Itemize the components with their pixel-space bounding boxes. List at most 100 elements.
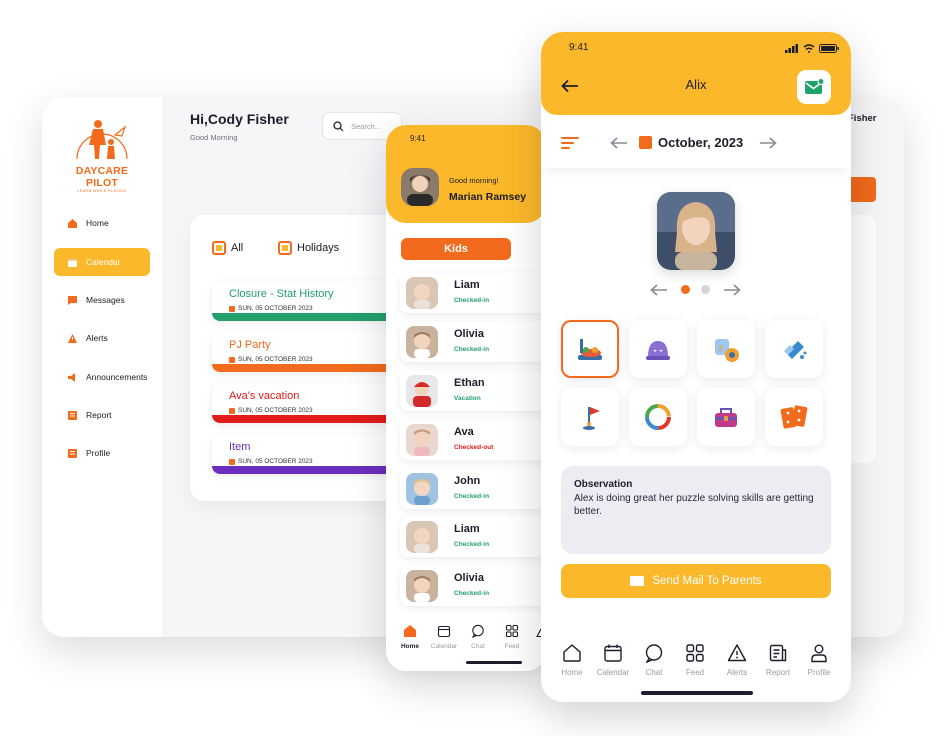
carousel-dot-active[interactable] bbox=[681, 285, 690, 294]
sidebar-item-label: Profile bbox=[86, 448, 111, 458]
sidebar-item-calendar[interactable]: Calendar bbox=[54, 248, 150, 276]
calendar-icon bbox=[67, 257, 78, 268]
list-item[interactable]: Liam Checked-in bbox=[400, 517, 546, 557]
observation-title: Observation bbox=[574, 479, 633, 490]
tab-report[interactable]: Report bbox=[758, 642, 798, 677]
tab-feed[interactable]: Feed bbox=[675, 642, 715, 677]
tab-label: Report bbox=[765, 668, 790, 677]
avatar[interactable] bbox=[401, 168, 439, 206]
sidebar-item-label: Alerts bbox=[86, 333, 108, 343]
activity-nap-button[interactable] bbox=[629, 320, 687, 378]
event-color-strip bbox=[212, 415, 412, 423]
activity-dice-button[interactable] bbox=[765, 388, 823, 446]
tab-chat[interactable]: Chat bbox=[634, 642, 674, 677]
list-item[interactable]: Olivia Checked-in bbox=[400, 322, 546, 362]
kid-status: Checked-in bbox=[454, 541, 490, 548]
tab-home[interactable]: Home bbox=[552, 642, 592, 677]
event-title: Closure - Stat History bbox=[229, 288, 334, 300]
list-item[interactable]: Olivia Checked-in bbox=[400, 566, 546, 606]
feed-icon bbox=[495, 623, 529, 639]
status-time: 9:41 bbox=[569, 42, 589, 53]
menu-icon[interactable] bbox=[561, 136, 579, 150]
avatar-image bbox=[401, 168, 439, 206]
list-item[interactable]: Ava Checked-out bbox=[400, 420, 546, 460]
tab-alerts[interactable]: Alerts bbox=[717, 642, 757, 677]
activity-toolbox-button[interactable] bbox=[697, 388, 755, 446]
event-date-text: SUN, 05 OCTOBER 2023 bbox=[238, 356, 313, 363]
filter-label: Holidays bbox=[297, 242, 340, 254]
sidebar-item-label: Report bbox=[86, 410, 112, 420]
brand-logo: DAYCARE PILOT LEARN WHILE PLAYING bbox=[62, 115, 142, 193]
event-color-strip bbox=[212, 313, 412, 321]
calendar-icon bbox=[427, 623, 461, 639]
tab-label: Feed bbox=[504, 643, 520, 650]
list-item[interactable]: Ethan Vacation bbox=[400, 371, 546, 411]
status-icons bbox=[785, 44, 839, 53]
search-placeholder: Search... bbox=[351, 121, 382, 131]
event-title: Item bbox=[229, 441, 251, 453]
mail-button[interactable] bbox=[797, 70, 831, 104]
calendar-icon bbox=[229, 458, 235, 465]
home-indicator bbox=[466, 661, 522, 664]
sidebar-item-report[interactable]: Report bbox=[54, 401, 150, 429]
mini-golf-icon bbox=[583, 407, 600, 430]
event-card[interactable]: Closure - Stat History SUN, 05 OCTOBER 2… bbox=[212, 281, 412, 321]
prev-month-arrow-icon[interactable] bbox=[610, 137, 628, 149]
tab-profile[interactable]: Profile bbox=[799, 642, 839, 677]
phone-child-detail: 9:41 Alix October, 2023 z Observation Al… bbox=[541, 32, 851, 702]
home-indicator bbox=[641, 691, 753, 695]
activity-ring-icon bbox=[645, 404, 671, 430]
activity-potty-button[interactable]: z bbox=[697, 320, 755, 378]
sidebar-item-label: Messages bbox=[86, 295, 125, 305]
diaper-icon bbox=[784, 341, 807, 359]
meal-icon bbox=[578, 339, 602, 360]
home-icon bbox=[552, 642, 592, 664]
sidebar-item-announcements[interactable]: Announcements bbox=[54, 363, 150, 391]
next-month-arrow-icon[interactable] bbox=[759, 137, 777, 149]
kid-name: Liam bbox=[454, 279, 480, 291]
activity-meal-button[interactable] bbox=[561, 320, 619, 378]
sidebar-item-alerts[interactable]: Alerts bbox=[54, 324, 150, 352]
messages-icon bbox=[67, 295, 78, 306]
kid-photo bbox=[406, 375, 438, 407]
calendar-icon bbox=[229, 356, 235, 363]
event-date: SUN, 05 OCTOBER 2023 bbox=[229, 356, 313, 363]
battery-icon bbox=[819, 44, 839, 53]
tab-chat[interactable]: Chat bbox=[461, 623, 495, 650]
tab-home[interactable]: Home bbox=[393, 623, 427, 650]
calendar-icon bbox=[593, 642, 633, 664]
next-photo-arrow-icon[interactable] bbox=[723, 284, 741, 296]
event-card[interactable]: Ava's vacation SUN, 05 OCTOBER 2023 bbox=[212, 383, 412, 423]
filter-all[interactable]: All bbox=[212, 241, 243, 255]
kid-photo bbox=[406, 521, 438, 553]
send-mail-button[interactable]: Send Mail To Parents bbox=[561, 564, 831, 598]
potty-icon: z bbox=[715, 339, 739, 362]
greeting-subtitle: Good Morning bbox=[190, 133, 238, 142]
activity-diaper-button[interactable] bbox=[765, 320, 823, 378]
sidebar-item-messages[interactable]: Messages bbox=[54, 286, 150, 314]
month-label: October, 2023 bbox=[639, 135, 743, 150]
event-card[interactable]: Item SUN, 05 OCTOBER 2023 bbox=[212, 434, 412, 474]
tab-calendar[interactable]: Calendar bbox=[427, 623, 461, 650]
search-icon bbox=[333, 120, 344, 131]
tab-calendar[interactable]: Calendar bbox=[593, 642, 633, 677]
event-date: SUN, 05 OCTOBER 2023 bbox=[229, 458, 313, 465]
activity-ring-button[interactable] bbox=[629, 388, 687, 446]
kid-name: Ava bbox=[454, 426, 474, 438]
calendar-icon bbox=[229, 407, 235, 414]
carousel-dot[interactable] bbox=[701, 285, 710, 294]
list-item[interactable]: Liam Checked-in bbox=[400, 273, 546, 313]
sidebar-item-home[interactable]: Home bbox=[54, 209, 150, 237]
sidebar-item-profile[interactable]: Profile bbox=[54, 439, 150, 467]
tab-label: Feed bbox=[685, 668, 705, 677]
prev-photo-arrow-icon[interactable] bbox=[650, 284, 668, 296]
list-item[interactable]: John Checked-in bbox=[400, 469, 546, 509]
observation-text: Alex is doing great her puzzle solving s… bbox=[574, 493, 814, 517]
event-card[interactable]: PJ Party SUN, 05 OCTOBER 2023 bbox=[212, 332, 412, 372]
tab-feed[interactable]: Feed bbox=[495, 623, 529, 650]
child-photo[interactable] bbox=[657, 192, 735, 270]
activity-golf-button[interactable] bbox=[561, 388, 619, 446]
filter-holidays[interactable]: Holidays bbox=[278, 241, 339, 255]
nap-icon bbox=[646, 341, 670, 360]
tab-kids[interactable]: Kids bbox=[401, 238, 511, 260]
